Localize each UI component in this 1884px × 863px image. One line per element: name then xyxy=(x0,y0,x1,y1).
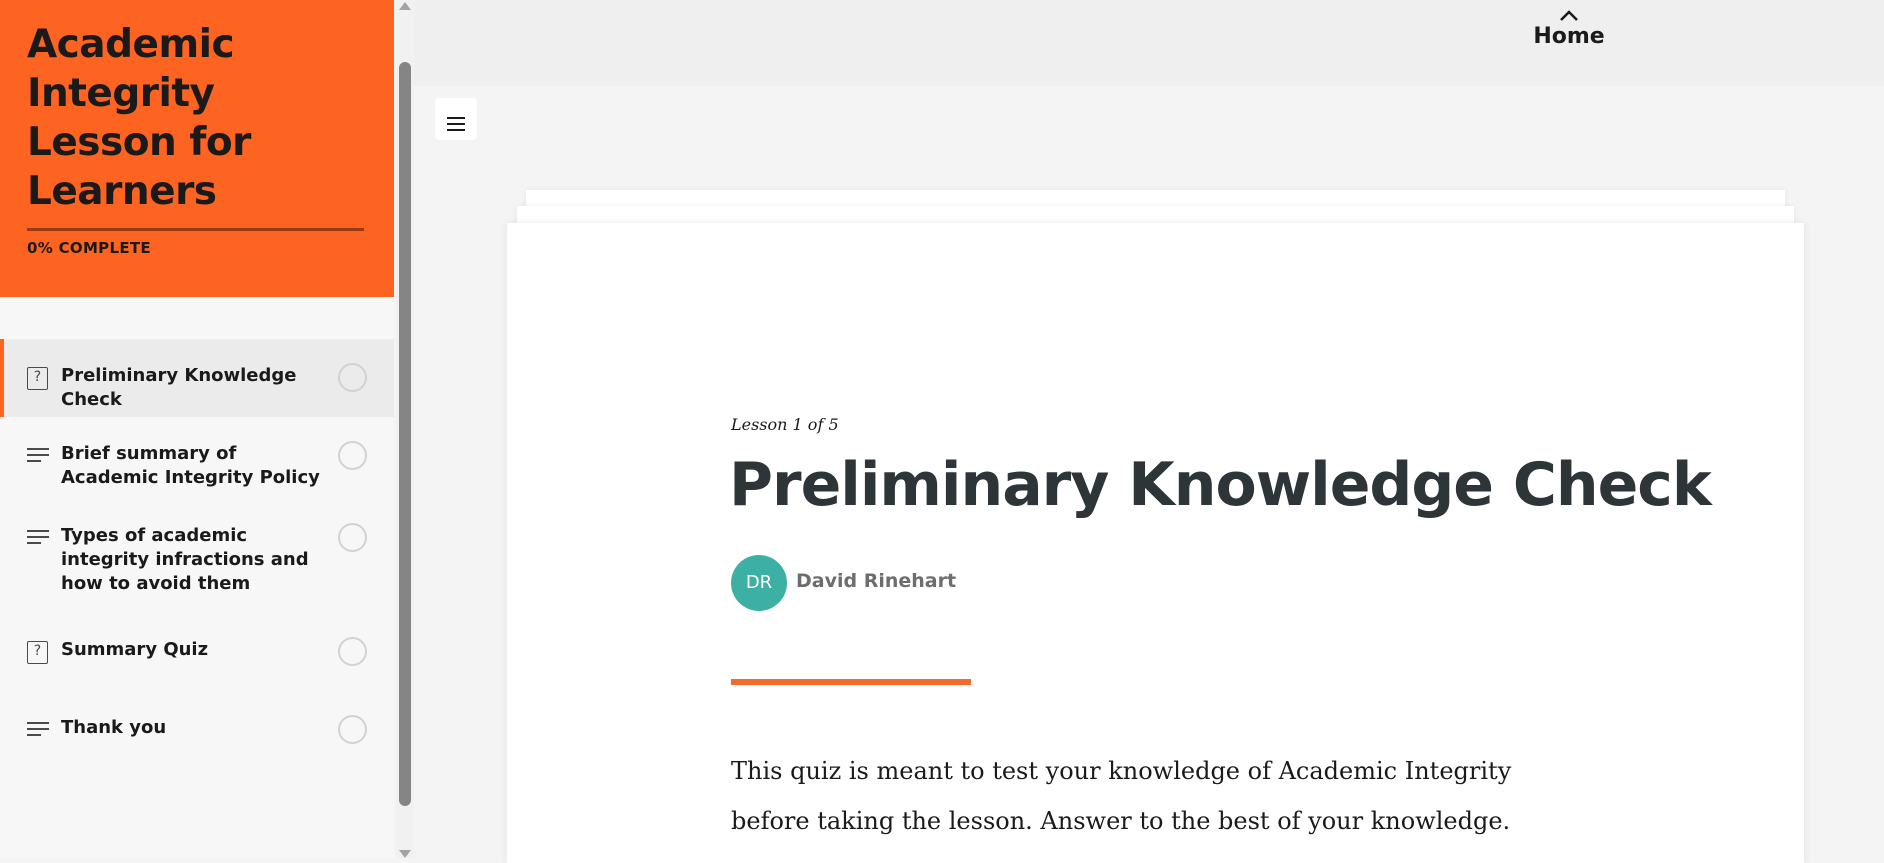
lesson-label: Summary Quiz xyxy=(61,639,209,660)
lesson-label: Types of academic integrity infractions … xyxy=(61,525,309,594)
lesson-status-circle xyxy=(338,441,367,470)
course-progress-label: 0% COMPLETE xyxy=(27,239,151,257)
lesson-item-thank-you[interactable]: Thank you xyxy=(0,699,394,777)
lesson-status-circle xyxy=(338,715,367,744)
chevron-up-icon xyxy=(1560,10,1578,21)
top-navigation: Home xyxy=(414,0,1884,86)
home-label: Home xyxy=(1533,24,1605,49)
author-name: David Rinehart xyxy=(796,570,957,592)
menu-toggle-button[interactable] xyxy=(435,98,477,140)
home-link[interactable]: Home xyxy=(1494,10,1644,49)
text-lines-icon xyxy=(27,530,49,552)
lesson-item-preliminary-knowledge-check[interactable]: ? Preliminary Knowledge Check xyxy=(0,339,394,417)
author-avatar: DR xyxy=(731,555,787,611)
course-title: Academic Integrity Lesson for Learners xyxy=(27,22,251,214)
lesson-item-types-of-infractions[interactable]: Types of academic integrity infractions … xyxy=(0,495,394,621)
text-lines-icon xyxy=(27,722,49,744)
lesson-list: ? Preliminary Knowledge Check Brief summ… xyxy=(0,339,394,777)
scroll-down-arrow-icon[interactable] xyxy=(399,850,411,858)
lesson-intro-text: This quiz is meant to test your knowledg… xyxy=(731,757,1512,835)
lesson-status-circle xyxy=(338,363,367,392)
lesson-counter: Lesson 1 of 5 xyxy=(731,415,839,434)
sidebar-header: Academic Integrity Lesson for Learners 0… xyxy=(0,0,394,297)
scroll-up-arrow-icon[interactable] xyxy=(399,2,411,10)
lesson-item-summary-quiz[interactable]: ? Summary Quiz xyxy=(0,621,394,699)
course-sidebar: Academic Integrity Lesson for Learners 0… xyxy=(0,0,394,858)
course-progress-bar xyxy=(27,228,364,231)
lesson-item-brief-summary[interactable]: Brief summary of Academic Integrity Poli… xyxy=(0,417,394,495)
accent-divider xyxy=(731,679,971,685)
lesson-content-card: Lesson 1 of 5 Preliminary Knowledge Chec… xyxy=(507,223,1804,863)
lesson-title: Preliminary Knowledge Check xyxy=(729,450,1712,520)
lesson-label: Thank you xyxy=(61,717,167,738)
lesson-status-circle xyxy=(338,637,367,666)
quiz-icon: ? xyxy=(27,367,48,390)
hamburger-menu-icon xyxy=(447,117,465,131)
quiz-icon: ? xyxy=(27,641,48,664)
lesson-label: Preliminary Knowledge Check xyxy=(61,365,297,410)
lesson-label: Brief summary of Academic Integrity Poli… xyxy=(61,443,320,488)
text-lines-icon xyxy=(27,448,49,470)
lesson-status-circle xyxy=(338,523,367,552)
scrollbar-thumb[interactable] xyxy=(399,62,411,806)
sidebar-scrollbar[interactable] xyxy=(396,0,414,858)
